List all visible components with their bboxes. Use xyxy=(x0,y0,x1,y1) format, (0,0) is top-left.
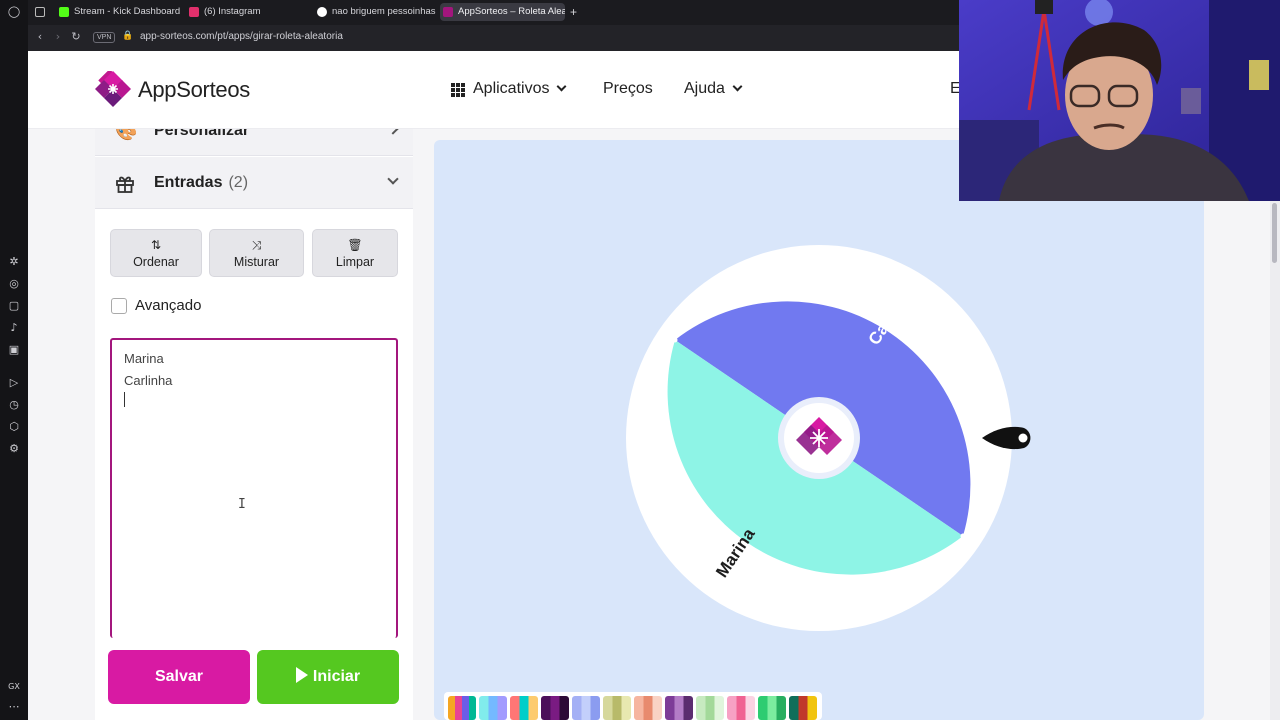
palette-swatch[interactable] xyxy=(603,696,631,720)
palette-swatch[interactable] xyxy=(541,696,569,720)
ai-icon[interactable]: ✲ xyxy=(7,255,21,269)
palette-swatch[interactable] xyxy=(448,696,476,720)
whatsapp-icon[interactable]: ◎ xyxy=(7,277,21,291)
save-button[interactable]: Salvar xyxy=(108,650,250,704)
text-cursor: I xyxy=(238,497,246,512)
color-palette xyxy=(444,692,822,720)
customize-section-header[interactable]: 🎨 Personalizar xyxy=(95,129,413,156)
palette-swatch[interactable] xyxy=(727,696,755,720)
palette-swatch[interactable] xyxy=(572,696,600,720)
address-bar: ‹ › ↻ VPN 🔒 app-sorteos.com/pt/apps/gira… xyxy=(28,25,960,51)
webcam-overlay xyxy=(959,0,1280,201)
kick-icon xyxy=(59,7,69,17)
chevron-down-icon xyxy=(732,81,743,92)
gift-icon xyxy=(116,176,134,193)
nav-apps[interactable]: Aplicativos xyxy=(473,80,567,98)
tab-kick-dashboard[interactable]: Stream - Kick Dashboard xyxy=(56,3,181,21)
entries-panel: 🎨 Personalizar Entradas (2) ⇅ Ordenar ⤨ M… xyxy=(95,129,413,720)
chevron-down-icon xyxy=(557,81,567,92)
chevron-right-icon xyxy=(387,129,399,135)
entry-line: Marina xyxy=(124,351,164,366)
chevron-down-icon xyxy=(387,173,399,185)
palette-swatch[interactable] xyxy=(479,696,507,720)
settings-gear-icon[interactable]: ⚙ xyxy=(7,442,21,456)
start-button[interactable]: Iniciar xyxy=(257,650,399,704)
palette-swatch[interactable] xyxy=(665,696,693,720)
tab-overview-icon[interactable] xyxy=(32,3,52,21)
palette-swatch[interactable] xyxy=(696,696,724,720)
tab-appsorteos[interactable]: AppSorteos – Roleta Aleatória xyxy=(440,3,565,21)
text-caret xyxy=(124,392,125,407)
browser-sidebar: ◯ ✲ ◎ ▢ ♪ ▣ ▷ ◷ ⬡ ⚙ GX ⋯ xyxy=(0,0,28,720)
sort-button[interactable]: ⇅ Ordenar xyxy=(110,229,202,277)
sort-icon: ⇅ xyxy=(150,238,162,252)
palette-swatch[interactable] xyxy=(789,696,817,720)
entries-section-header[interactable]: Entradas (2) xyxy=(95,157,413,209)
palette-icon: 🎨 xyxy=(115,129,138,142)
spin-wheel[interactable]: Carlinha Marina xyxy=(604,238,1064,658)
appsorteos-icon xyxy=(443,7,453,17)
palette-swatch[interactable] xyxy=(510,696,538,720)
shuffle-button[interactable]: ⤨ Misturar xyxy=(209,229,304,277)
forward-icon[interactable]: › xyxy=(51,30,65,44)
more-icon[interactable]: ⋯ xyxy=(7,700,21,714)
brand-name[interactable]: AppSorteos xyxy=(138,77,250,103)
palette-swatch[interactable] xyxy=(758,696,786,720)
send-icon[interactable]: ▷ xyxy=(7,376,21,390)
apps-grid-icon[interactable] xyxy=(451,83,465,97)
scrollbar-thumb[interactable] xyxy=(1272,203,1277,263)
extensions-icon[interactable]: ⬡ xyxy=(7,420,21,434)
gx-icon[interactable]: GX xyxy=(7,680,21,694)
instagram-icon[interactable]: ▢ xyxy=(7,299,21,313)
vpn-badge[interactable]: VPN xyxy=(93,32,116,43)
tiktok-icon[interactable]: ♪ xyxy=(7,321,21,335)
scrollbar[interactable] xyxy=(1270,201,1280,720)
entry-line: Carlinha xyxy=(124,373,173,388)
segment-divider-dot xyxy=(672,337,678,343)
clear-button[interactable]: 🗑 Limpar xyxy=(312,229,398,277)
nav-prices[interactable]: Preços xyxy=(603,80,653,98)
instagram-icon xyxy=(189,7,199,17)
lock-icon[interactable]: 🔒 xyxy=(122,30,133,41)
appsorteos-logo-icon[interactable] xyxy=(94,71,132,109)
tab-instagram[interactable]: (6) Instagram xyxy=(186,3,311,21)
extension-icon[interactable]: ▣ xyxy=(7,343,21,357)
entries-textarea[interactable]: Marina Carlinha I xyxy=(110,338,398,638)
google-icon xyxy=(317,7,327,17)
shuffle-icon: ⤨ xyxy=(251,238,262,252)
advanced-label: Avançado xyxy=(135,297,202,314)
url-field[interactable]: app-sorteos.com/pt/apps/girar-roleta-ale… xyxy=(140,31,343,42)
history-icon[interactable]: ◷ xyxy=(7,398,21,412)
webcam-image xyxy=(959,0,1280,201)
nav-help[interactable]: Ajuda xyxy=(684,80,743,98)
new-tab-button[interactable]: + xyxy=(568,3,582,21)
tab-google-search[interactable]: nao briguem pessoinhas xyxy=(314,3,439,21)
advanced-checkbox[interactable] xyxy=(111,298,127,314)
palette-swatch[interactable] xyxy=(634,696,662,720)
segment-divider-dot xyxy=(960,533,966,539)
opera-logo-icon[interactable]: ◯ xyxy=(7,5,21,19)
back-icon[interactable]: ‹ xyxy=(33,30,47,44)
tab-bar: Stream - Kick Dashboard (6) Instagram na… xyxy=(28,0,960,25)
reload-icon[interactable]: ↻ xyxy=(69,30,83,44)
trash-icon: 🗑 xyxy=(347,238,363,252)
wheel-area: Carlinha Marina xyxy=(434,140,1204,720)
play-icon xyxy=(295,667,308,683)
